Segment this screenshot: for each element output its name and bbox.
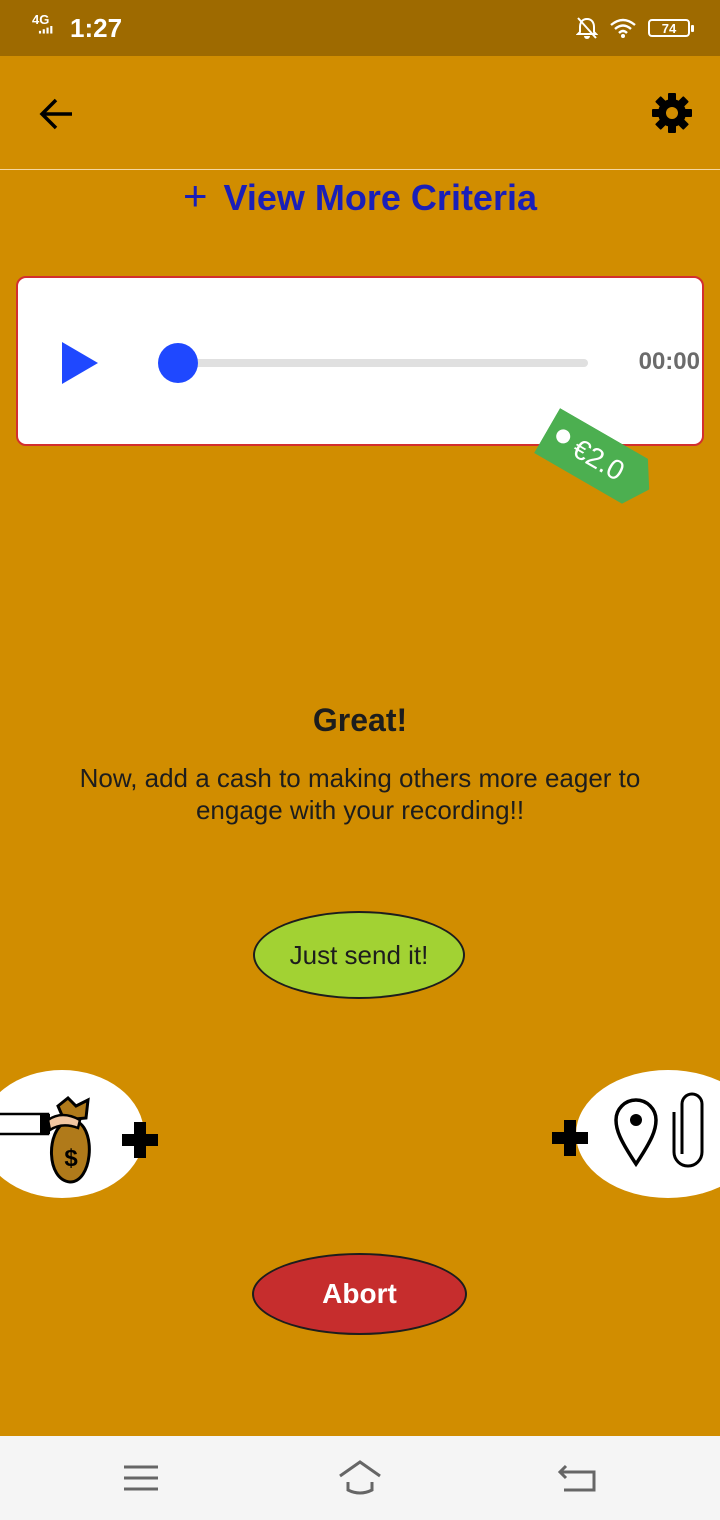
abort-label: Abort: [322, 1278, 397, 1309]
just-send-label: Just send it!: [289, 939, 429, 970]
svg-text:$: $: [64, 1145, 78, 1172]
home-icon[interactable]: [336, 1456, 384, 1500]
seek-thumb[interactable]: [158, 343, 198, 383]
audio-player-card: 00:00: [16, 276, 704, 446]
prompt-message: Now, add a cash to making others more ea…: [79, 763, 641, 825]
view-more-criteria-link[interactable]: + View More Criteria: [0, 172, 720, 220]
prompt-title: Great!: [312, 702, 408, 738]
battery-icon: 74: [648, 19, 694, 37]
gear-icon[interactable]: [650, 91, 694, 135]
plus-icon: +: [183, 172, 208, 219]
status-bar: 4G 1:27 74: [0, 0, 720, 56]
clock: 1:27: [70, 13, 123, 43]
playback-time: 00:00: [638, 348, 700, 375]
tag-hole: [554, 427, 573, 446]
app-bar-divider: [0, 169, 720, 170]
seek-track[interactable]: [178, 359, 588, 367]
just-send-button[interactable]: Just send it!: [253, 911, 465, 999]
network-type: 4G: [32, 12, 50, 27]
menu-icon[interactable]: [120, 1458, 162, 1498]
battery-level: 74: [661, 20, 677, 36]
signal-icon: [38, 26, 53, 34]
bell-off-icon: [576, 17, 598, 39]
add-cash-button[interactable]: $: [0, 1070, 172, 1198]
abort-button[interactable]: Abort: [252, 1253, 467, 1335]
arrow-left-icon[interactable]: [34, 92, 78, 136]
play-icon[interactable]: [60, 340, 100, 386]
system-nav-bar: [0, 1436, 720, 1520]
app-bar: [0, 56, 720, 170]
criteria-label: View More Criteria: [223, 177, 537, 218]
back-nav-icon[interactable]: [556, 1458, 600, 1498]
add-attachment-button[interactable]: [550, 1068, 720, 1200]
wifi-icon: [610, 18, 636, 38]
